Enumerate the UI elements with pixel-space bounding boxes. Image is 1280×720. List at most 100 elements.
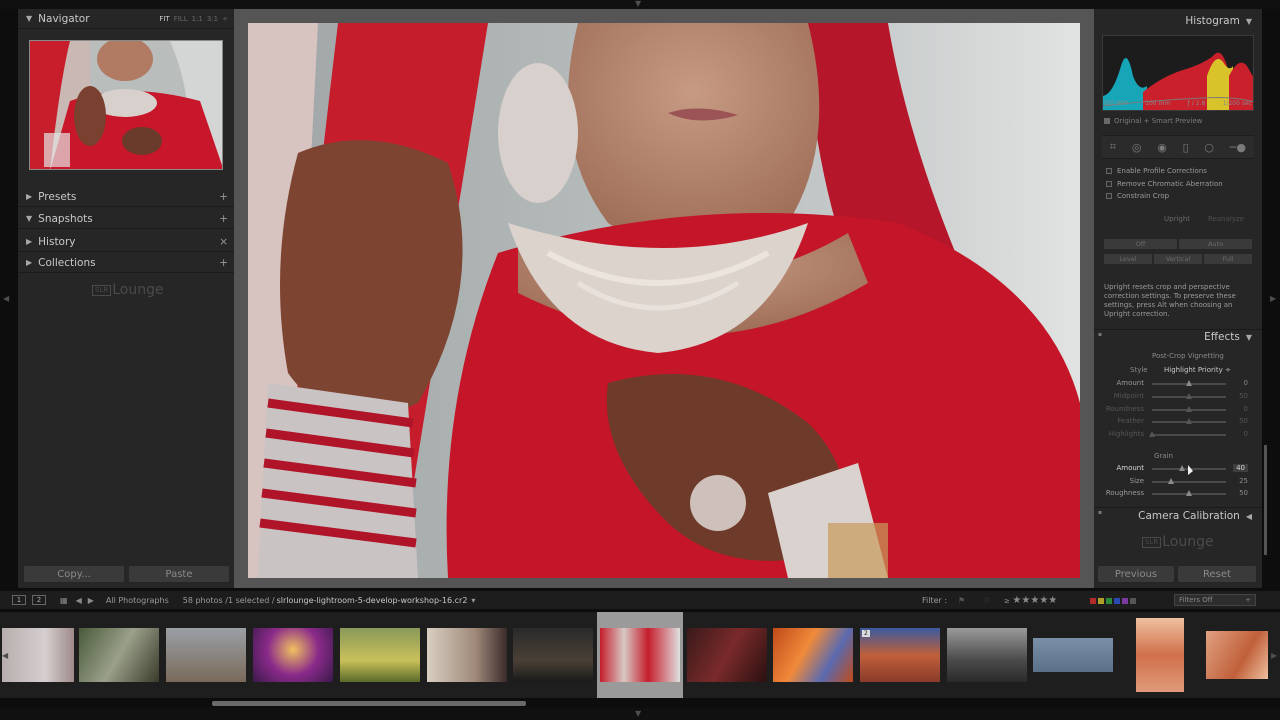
- slider-value[interactable]: 0: [1244, 430, 1248, 438]
- paste-button[interactable]: Paste: [129, 566, 229, 582]
- blue-label-icon[interactable]: [1114, 598, 1120, 604]
- slider-value[interactable]: 0: [1244, 405, 1248, 413]
- left-collapse-arrow-icon[interactable]: ◀: [3, 295, 9, 303]
- secondary-window-button[interactable]: 2: [32, 595, 46, 605]
- vignette-slider-feather[interactable]: Feather 50: [1104, 417, 1254, 427]
- primary-window-button[interactable]: 1: [12, 595, 26, 605]
- purple-label-icon[interactable]: [1122, 598, 1128, 604]
- vignette-style-dropdown[interactable]: Highlight Priority ÷: [1164, 366, 1231, 374]
- star-icon[interactable]: ★: [1048, 595, 1057, 606]
- previous-button[interactable]: Previous: [1098, 566, 1174, 582]
- vignette-slider-highlights[interactable]: Highlights 0: [1104, 430, 1254, 440]
- filmstrip-thumb-selected[interactable]: [597, 612, 683, 698]
- forward-arrow-icon[interactable]: ▶: [88, 596, 94, 605]
- reanalyze-button[interactable]: Reanalyze: [1208, 215, 1244, 223]
- filmstrip-thumb[interactable]: [770, 612, 856, 698]
- reset-button[interactable]: Reset: [1178, 566, 1256, 582]
- top-collapse-arrow-icon[interactable]: ▼: [635, 0, 641, 8]
- smart-preview-status[interactable]: Original + Smart Preview: [1104, 117, 1202, 125]
- slider-knob-icon[interactable]: [1178, 465, 1185, 471]
- snapshots-header[interactable]: ▼ Snapshots +: [18, 209, 234, 229]
- slider-value[interactable]: 50: [1239, 489, 1248, 497]
- filmstrip-scrollbar[interactable]: [212, 701, 526, 706]
- camera-calibration-header[interactable]: Camera Calibration ◀: [1138, 510, 1252, 522]
- zoom-fill[interactable]: FILL: [174, 15, 188, 23]
- filmstrip-thumb[interactable]: [163, 612, 249, 698]
- zoom-fit[interactable]: FIT: [159, 15, 169, 23]
- add-snapshot-icon[interactable]: +: [219, 213, 228, 225]
- slider-knob-icon[interactable]: [1167, 477, 1174, 484]
- zoom-1-1[interactable]: 1:1: [192, 15, 203, 23]
- filename-dropdown-icon[interactable]: ▾: [471, 596, 475, 605]
- upright-level-button[interactable]: Level: [1104, 254, 1152, 264]
- filmstrip-thumb[interactable]: [684, 612, 770, 698]
- adjustment-brush-icon[interactable]: ─●: [1230, 141, 1246, 154]
- radial-filter-icon[interactable]: ○: [1204, 141, 1214, 154]
- bottom-collapse-arrow-icon[interactable]: ▼: [635, 710, 641, 718]
- presets-header[interactable]: ▶ Presets +: [18, 187, 234, 207]
- slider-value[interactable]: 50: [1239, 392, 1248, 400]
- star-icon[interactable]: ★: [1030, 595, 1039, 606]
- star-icon[interactable]: ★: [1039, 595, 1048, 606]
- slider-knob-icon[interactable]: [1149, 431, 1155, 438]
- remove-chromatic-aberration[interactable]: Remove Chromatic Aberration: [1106, 180, 1223, 188]
- unflag-filter-icon[interactable]: ⚐: [984, 596, 991, 605]
- clear-history-icon[interactable]: ×: [219, 236, 228, 248]
- filmstrip-thumb[interactable]: [76, 612, 162, 698]
- main-photo[interactable]: [248, 23, 1080, 578]
- back-arrow-icon[interactable]: ◀: [76, 596, 82, 605]
- navigator-preview[interactable]: [29, 40, 223, 170]
- filmstrip-thumb[interactable]: [944, 612, 1030, 698]
- grain-slider-size[interactable]: Size 25: [1104, 477, 1254, 487]
- add-collection-icon[interactable]: +: [219, 257, 228, 269]
- enable-profile-corrections[interactable]: Enable Profile Corrections: [1106, 167, 1207, 175]
- slider-knob-icon[interactable]: [1186, 405, 1192, 412]
- constrain-crop[interactable]: Constrain Crop: [1106, 192, 1169, 200]
- grain-slider-amount[interactable]: Amount 40: [1104, 464, 1254, 474]
- vignette-slider-midpoint[interactable]: Midpoint 50: [1104, 392, 1254, 402]
- filmstrip-thumb[interactable]: 2: [857, 612, 943, 698]
- grain-slider-roughness[interactable]: Roughness 50: [1104, 489, 1254, 499]
- filmstrip-thumb[interactable]: [1030, 612, 1116, 698]
- slider-value[interactable]: 40: [1233, 464, 1248, 472]
- slider-value[interactable]: 0: [1244, 379, 1248, 387]
- slider-value[interactable]: 25: [1239, 477, 1248, 485]
- filters-dropdown[interactable]: Filters Off ÷: [1174, 594, 1256, 606]
- red-label-icon[interactable]: [1090, 598, 1096, 604]
- slider-knob-icon[interactable]: [1186, 418, 1192, 425]
- zoom-3-1[interactable]: 3:1: [207, 15, 218, 23]
- filmstrip-right-arrow-icon[interactable]: ▶: [1271, 652, 1277, 660]
- effects-header[interactable]: Effects ▼: [1204, 331, 1252, 343]
- flag-filter-icon[interactable]: ⚑: [958, 596, 965, 605]
- filmstrip-thumb[interactable]: [337, 612, 423, 698]
- slider-track[interactable]: [1152, 480, 1226, 483]
- histogram-header[interactable]: Histogram ▼: [1185, 15, 1252, 27]
- add-preset-icon[interactable]: +: [219, 191, 228, 203]
- slider-knob-icon[interactable]: [1186, 380, 1192, 386]
- source-label[interactable]: All Photographs: [106, 596, 169, 605]
- grid-view-icon[interactable]: ▦: [60, 596, 68, 605]
- filmstrip-thumb[interactable]: [424, 612, 510, 698]
- upright-off-button[interactable]: Off: [1104, 239, 1177, 249]
- filmstrip-thumb[interactable]: [250, 612, 336, 698]
- slider-knob-icon[interactable]: [1186, 392, 1192, 399]
- right-panel-scrollbar[interactable]: [1264, 445, 1267, 555]
- yellow-label-icon[interactable]: [1098, 598, 1104, 604]
- star-icon[interactable]: ★: [1021, 595, 1030, 606]
- navigator-header[interactable]: ▼ Navigator FIT FILL 1:1 3:1 ÷: [18, 9, 234, 29]
- copy-button[interactable]: Copy...: [24, 566, 124, 582]
- upright-vertical-button[interactable]: Vertical: [1154, 254, 1202, 264]
- filmstrip-left-arrow-icon[interactable]: ◀: [2, 652, 8, 660]
- spot-removal-icon[interactable]: ◎: [1132, 141, 1142, 154]
- graduated-filter-icon[interactable]: ▯: [1183, 141, 1189, 154]
- slider-track[interactable]: [1152, 434, 1226, 437]
- filmstrip-thumb[interactable]: [1117, 612, 1203, 698]
- right-collapse-arrow-icon[interactable]: ▶: [1270, 295, 1276, 303]
- green-label-icon[interactable]: [1106, 598, 1112, 604]
- vignette-slider-roundness[interactable]: Roundness 0: [1104, 405, 1254, 415]
- rating-filter[interactable]: ≥ ★★★★★: [1004, 595, 1057, 606]
- collections-header[interactable]: ▶ Collections +: [18, 253, 234, 273]
- upright-full-button[interactable]: Full: [1204, 254, 1252, 264]
- current-filename[interactable]: slrlounge-lightroom-5-develop-workshop-1…: [277, 596, 468, 605]
- color-label-filter[interactable]: [1090, 597, 1138, 606]
